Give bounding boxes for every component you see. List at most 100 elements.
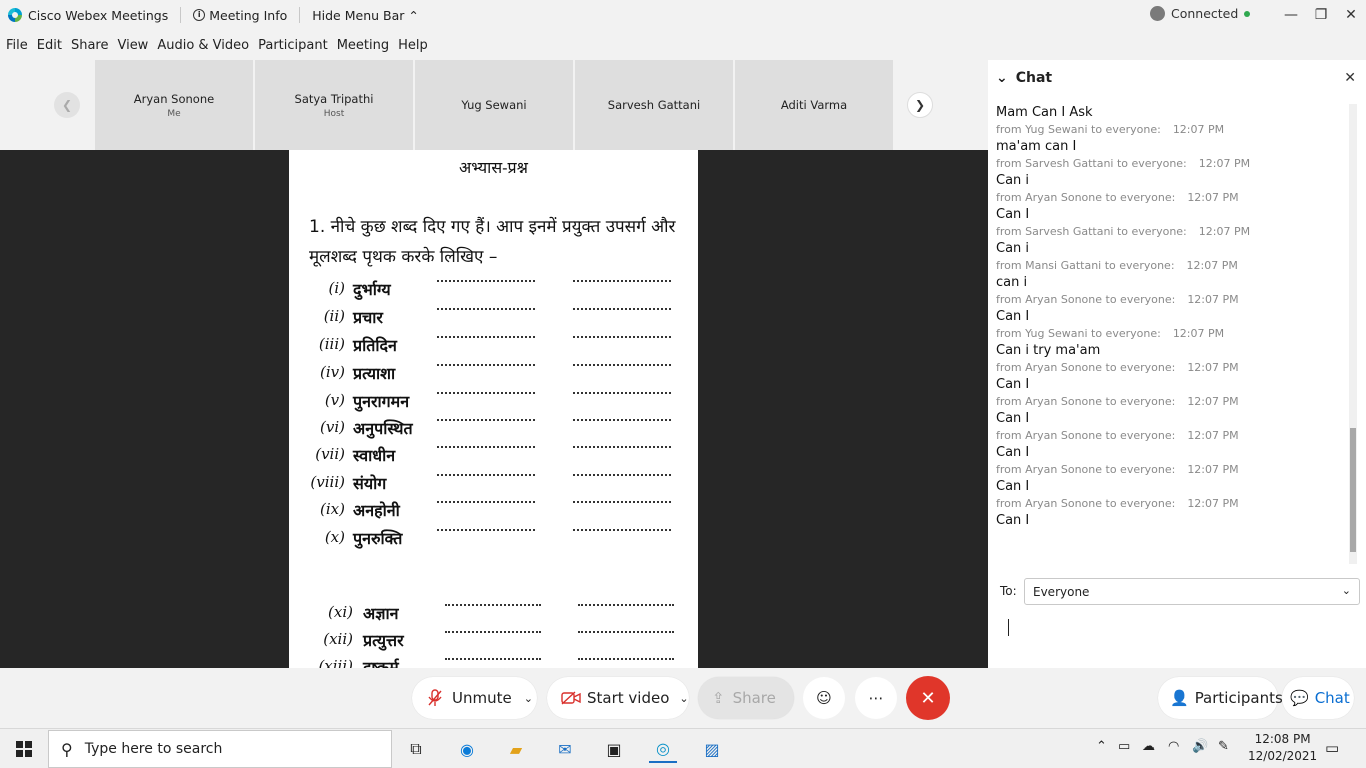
file-explorer-taskbar-icon[interactable]: ▰ — [502, 735, 530, 763]
item-word: अज्ञान — [363, 604, 399, 623]
folder-icon: ▰ — [509, 739, 523, 759]
menu-share[interactable]: Share — [71, 38, 109, 53]
menu-participant[interactable]: Participant — [258, 38, 328, 53]
exercise-row: (vi) अनुपस्थित — [289, 415, 698, 441]
previous-page-button[interactable]: ❮ — [54, 92, 80, 118]
menu-file[interactable]: File — [6, 38, 28, 53]
blank-line — [573, 306, 671, 310]
network-adapter-icon[interactable]: ▭ — [1118, 739, 1130, 754]
participant-tile[interactable]: Aditi Varma — [735, 60, 893, 150]
text-cursor — [1008, 619, 1009, 636]
blank-line — [437, 306, 535, 310]
message-text: can i — [996, 275, 1028, 290]
blank-line — [578, 602, 674, 606]
photos-taskbar-icon[interactable]: ▨ — [698, 735, 726, 763]
chat-panel-button[interactable]: 💬 Chat — [1282, 677, 1354, 719]
meeting-info-button[interactable]: i Meeting Info — [193, 8, 287, 23]
message-time: 12:07 PM — [1187, 191, 1239, 204]
connection-icon — [1150, 6, 1165, 21]
item-word: दुर्भाग्य — [353, 280, 391, 299]
chat-message-list: Mam Can I Ask from Yug Sewani to everyone… — [996, 104, 1346, 530]
shared-content-area: अभ्यास-प्रश्न 1. नीचे कुछ शब्द दिए गए है… — [0, 150, 988, 668]
onedrive-icon[interactable]: ☁ — [1142, 739, 1155, 754]
item-word: प्रत्याशा — [353, 364, 396, 383]
more-options-button[interactable]: ⋯ — [855, 677, 897, 719]
exercise-row: (xi) अज्ञान — [289, 600, 698, 626]
participant-role: Host — [323, 108, 345, 119]
connection-status[interactable]: Connected — [1150, 6, 1251, 21]
minimize-button[interactable]: — — [1276, 0, 1306, 30]
chat-bubble-icon: 💬 — [1290, 689, 1309, 707]
message-time: 12:07 PM — [1187, 463, 1239, 476]
taskbar-search-box[interactable]: ⚲ Type here to search — [48, 730, 392, 768]
menu-help[interactable]: Help — [398, 38, 428, 53]
close-chat-button[interactable]: ✕ — [1344, 70, 1356, 86]
close-window-button[interactable]: ✕ — [1336, 0, 1366, 30]
volume-icon[interactable]: 🔊 — [1192, 739, 1208, 754]
share-button[interactable]: ⇪ Share — [698, 677, 794, 719]
participant-tile[interactable]: Satya Tripathi Host — [255, 60, 413, 150]
chevron-down-icon[interactable]: ⌄ — [679, 692, 688, 705]
restore-button[interactable]: ❐ — [1306, 0, 1336, 30]
item-number: (ii) — [323, 307, 345, 325]
message-time: 12:07 PM — [1187, 395, 1239, 408]
share-label: Share — [732, 689, 776, 707]
meeting-controls: Unmute ⌄ Start video ⌄ ⇪ Share ☺ ⋯ ✕ 👤 P… — [0, 668, 1366, 728]
pen-icon[interactable]: ✎ — [1218, 739, 1229, 754]
edge-taskbar-icon[interactable]: ◉ — [453, 735, 481, 763]
document-heading: अभ्यास-प्रश्न — [459, 158, 528, 177]
recipient-value: Everyone — [1033, 584, 1090, 599]
participant-tile[interactable]: Aryan Sonone Me — [95, 60, 253, 150]
chevron-up-icon: ⌃ — [408, 7, 419, 23]
chat-header[interactable]: ⌄ Chat — [996, 70, 1052, 86]
task-view-button[interactable]: ⧉ — [402, 735, 430, 763]
participant-tile[interactable]: Yug Sewani — [415, 60, 573, 150]
item-number: (xii) — [323, 630, 353, 648]
webex-taskbar-icon[interactable]: ◎ — [649, 735, 677, 763]
participants-panel-button[interactable]: 👤 Participants — [1158, 677, 1283, 719]
chat-message-input[interactable] — [996, 612, 1356, 662]
taskbar-clock[interactable]: 12:08 PM 12/02/2021 — [1248, 731, 1317, 765]
start-video-button[interactable]: Start video ⌄ — [547, 677, 689, 719]
item-number: (vii) — [315, 445, 345, 463]
participant-tile[interactable]: Sarvesh Gattani — [575, 60, 733, 150]
notifications-icon[interactable]: ▭ — [1325, 739, 1339, 757]
message-time: 12:07 PM — [1187, 361, 1239, 374]
reactions-button[interactable]: ☺ — [803, 677, 845, 719]
participant-name: Aryan Sonone — [133, 91, 215, 106]
message-text: Can I — [996, 479, 1030, 494]
menu-edit[interactable]: Edit — [37, 38, 62, 53]
chevron-up-icon[interactable]: ⌃ — [1096, 739, 1107, 754]
clock-time: 12:08 PM — [1254, 732, 1311, 746]
mic-muted-icon — [428, 689, 442, 706]
chat-scrollbar-thumb[interactable] — [1350, 428, 1356, 552]
next-page-button[interactable]: ❯ — [907, 92, 933, 118]
blank-line — [573, 362, 671, 366]
item-word: अनहोनी — [353, 501, 400, 520]
message-text: Can I — [996, 513, 1030, 528]
store-taskbar-icon[interactable]: ▣ — [600, 735, 628, 763]
message-sender: from Aryan Sonone to everyone: — [996, 429, 1176, 442]
message-meta: from Aryan Sonone to everyone: 12:07 PM — [996, 190, 1346, 206]
menu-meeting[interactable]: Meeting — [337, 38, 389, 53]
exercise-row: (ix) अनहोनी — [289, 497, 698, 523]
menu-view[interactable]: View — [117, 38, 148, 53]
message-text: ma'am can I — [996, 139, 1077, 154]
chat-message: can i from Aryan Sonone to everyone: 12:07… — [996, 274, 1346, 308]
menu-audio-video[interactable]: Audio & Video — [157, 38, 249, 53]
chevron-right-icon: ❯ — [914, 98, 926, 112]
start-button[interactable] — [10, 735, 38, 763]
message-sender: from Aryan Sonone to everyone: — [996, 395, 1176, 408]
hide-menu-bar-button[interactable]: Hide Menu Bar ⌃ — [312, 8, 419, 23]
recipient-select[interactable]: Everyone ⌄ — [1024, 578, 1360, 605]
mail-taskbar-icon[interactable]: ✉ — [551, 735, 579, 763]
item-number: (ix) — [320, 500, 345, 518]
chevron-down-icon[interactable]: ⌄ — [996, 70, 1008, 86]
chevron-down-icon[interactable]: ⌄ — [524, 692, 533, 705]
wifi-icon[interactable]: ◠ — [1168, 739, 1179, 754]
end-call-button[interactable]: ✕ — [906, 676, 950, 720]
item-word: प्रतिदिन — [353, 336, 397, 355]
exercise-row: (xii) प्रत्युत्तर — [289, 627, 698, 653]
participant-name: Aditi Varma — [780, 98, 848, 112]
unmute-button[interactable]: Unmute ⌄ — [412, 677, 537, 719]
